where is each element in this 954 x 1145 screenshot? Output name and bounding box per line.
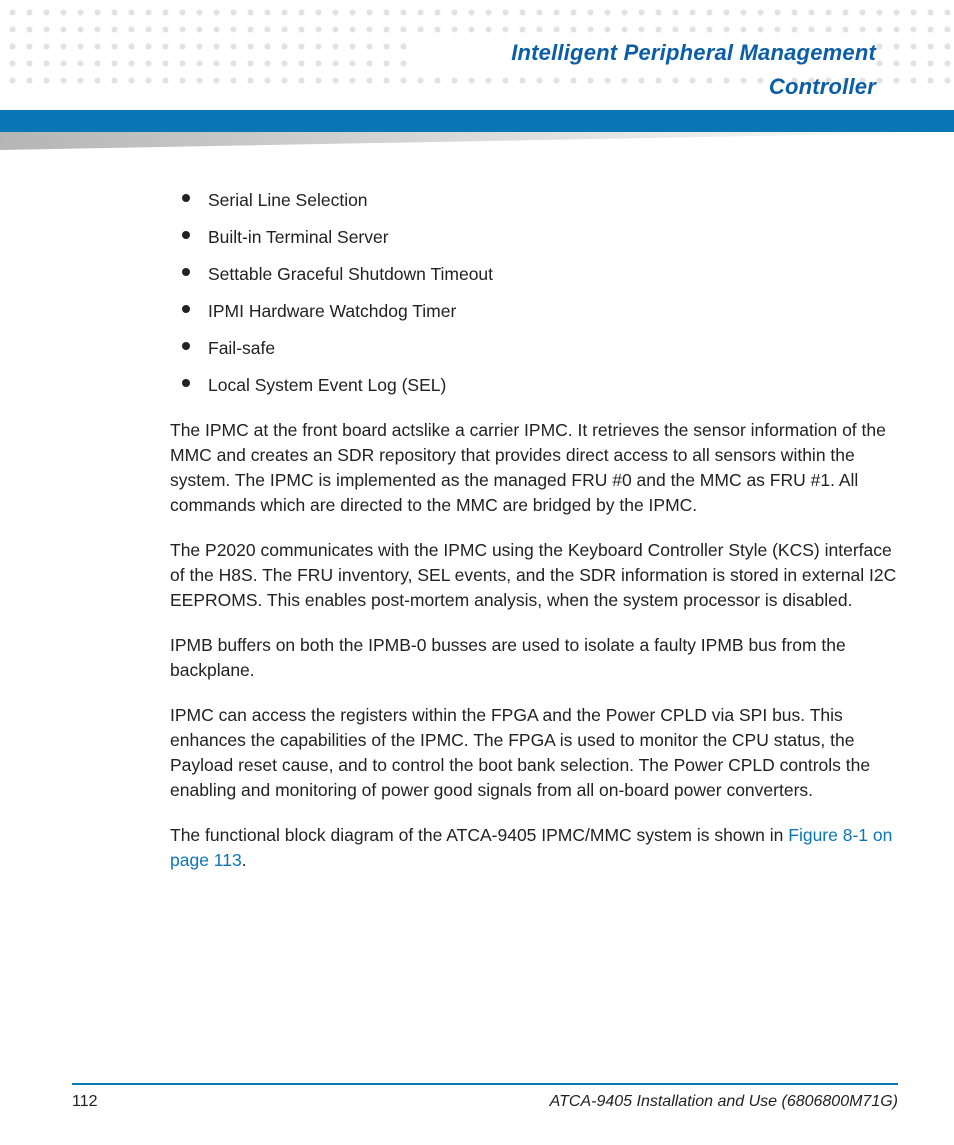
body-paragraph: The IPMC at the front board actslike a c…: [170, 418, 898, 518]
footer-rule: [72, 1083, 898, 1085]
bullet-text: Serial Line Selection: [208, 190, 368, 210]
paragraph-text: .: [242, 850, 247, 870]
header-shadow: [0, 132, 954, 150]
body-paragraph: IPMB buffers on both the IPMB-0 busses a…: [170, 633, 898, 683]
list-item: Fail-safe: [170, 330, 898, 367]
document-title-footer: ATCA-9405 Installation and Use (6806800M…: [550, 1093, 898, 1111]
body-paragraph: The P2020 communicates with the IPMC usi…: [170, 538, 898, 613]
bullet-text: Built-in Terminal Server: [208, 227, 389, 247]
paragraph-text: The functional block diagram of the ATCA…: [170, 825, 788, 845]
list-item: Built-in Terminal Server: [170, 219, 898, 256]
bullet-text: IPMI Hardware Watchdog Timer: [208, 301, 456, 321]
page-number: 112: [72, 1093, 98, 1111]
body-paragraph: The functional block diagram of the ATCA…: [170, 823, 898, 873]
bullet-text: Local System Event Log (SEL): [208, 375, 446, 395]
page-content: Serial Line Selection Built-in Terminal …: [170, 182, 898, 893]
list-item: Serial Line Selection: [170, 182, 898, 219]
feature-bullet-list: Serial Line Selection Built-in Terminal …: [170, 182, 898, 404]
list-item: Settable Graceful Shutdown Timeout: [170, 256, 898, 293]
chapter-title: Intelligent Peripheral Management Contro…: [416, 36, 876, 104]
list-item: IPMI Hardware Watchdog Timer: [170, 293, 898, 330]
body-paragraph: IPMC can access the registers within the…: [170, 703, 898, 803]
bullet-text: Fail-safe: [208, 338, 275, 358]
bullet-text: Settable Graceful Shutdown Timeout: [208, 264, 493, 284]
list-item: Local System Event Log (SEL): [170, 367, 898, 404]
header-rule-bar: [0, 110, 954, 132]
